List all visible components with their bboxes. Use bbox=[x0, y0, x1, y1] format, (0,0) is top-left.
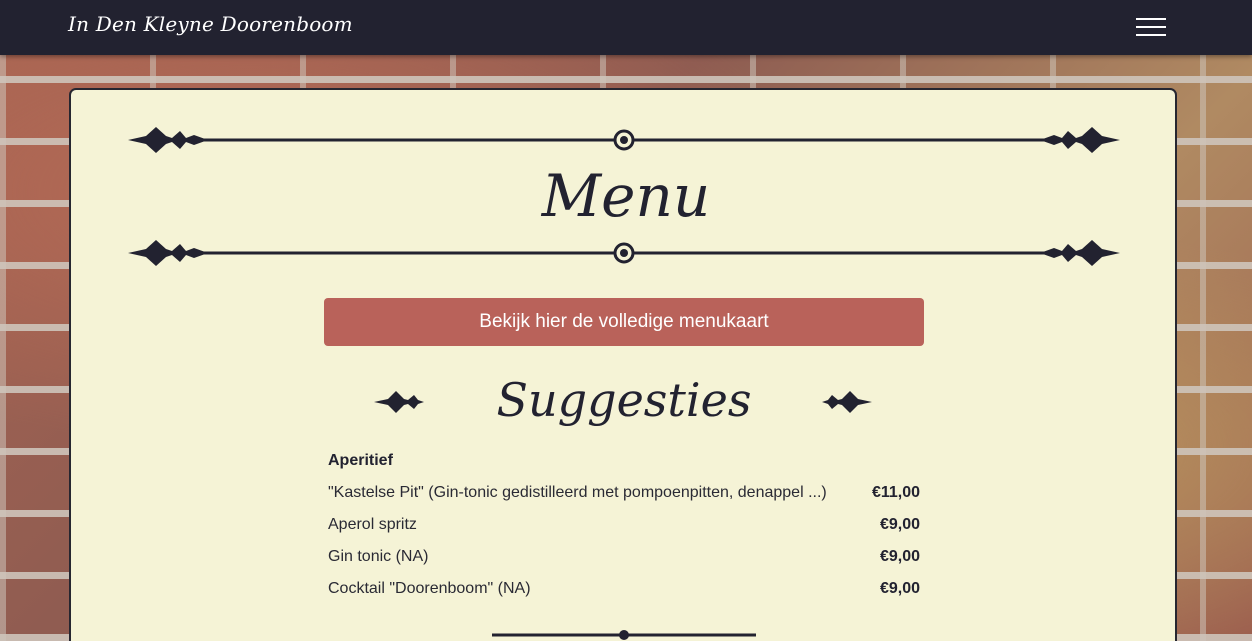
full-menu-button[interactable]: Bekijk hier de volledige menukaart bbox=[324, 298, 924, 346]
section-divider-icon bbox=[492, 630, 756, 640]
menu-item-name: "Kastelse Pit" (Gin-tonic gedistilleerd … bbox=[328, 484, 827, 501]
top-navbar: In Den Kleyne Doorenboom bbox=[0, 0, 1252, 55]
menu-item-row: Aperol spritz €9,00 bbox=[328, 516, 920, 538]
hamburger-menu-icon[interactable] bbox=[1132, 14, 1168, 40]
category-heading: Aperitief bbox=[328, 452, 393, 469]
suggestions-heading: Suggesties bbox=[496, 373, 752, 427]
diamond-ornament-icon bbox=[374, 391, 424, 413]
menu-item-price: €9,00 bbox=[879, 516, 920, 533]
ornamental-divider-icon bbox=[128, 127, 1120, 153]
menu-item-price: €9,00 bbox=[879, 580, 920, 597]
menu-item-row: Gin tonic (NA) €9,00 bbox=[328, 548, 920, 570]
menu-item-name: Aperol spritz bbox=[328, 516, 417, 533]
diamond-ornament-icon bbox=[822, 391, 872, 413]
menu-item-name: Cocktail "Doorenboom" (NA) bbox=[328, 580, 531, 597]
hamburger-line bbox=[1136, 26, 1166, 28]
brand-logo-text[interactable]: In Den Kleyne Doorenboom bbox=[68, 12, 353, 36]
hamburger-line bbox=[1136, 34, 1166, 36]
menu-item-row: Cocktail "Doorenboom" (NA) €9,00 bbox=[328, 580, 920, 602]
menu-item-price: €9,00 bbox=[879, 548, 920, 565]
ornamental-divider-icon bbox=[128, 240, 1120, 266]
menu-item-name: Gin tonic (NA) bbox=[328, 548, 429, 565]
menu-item-price: €11,00 bbox=[871, 484, 920, 501]
page-title: Menu bbox=[541, 162, 711, 230]
menu-item-row: "Kastelse Pit" (Gin-tonic gedistilleerd … bbox=[328, 484, 920, 506]
hamburger-line bbox=[1136, 18, 1166, 20]
